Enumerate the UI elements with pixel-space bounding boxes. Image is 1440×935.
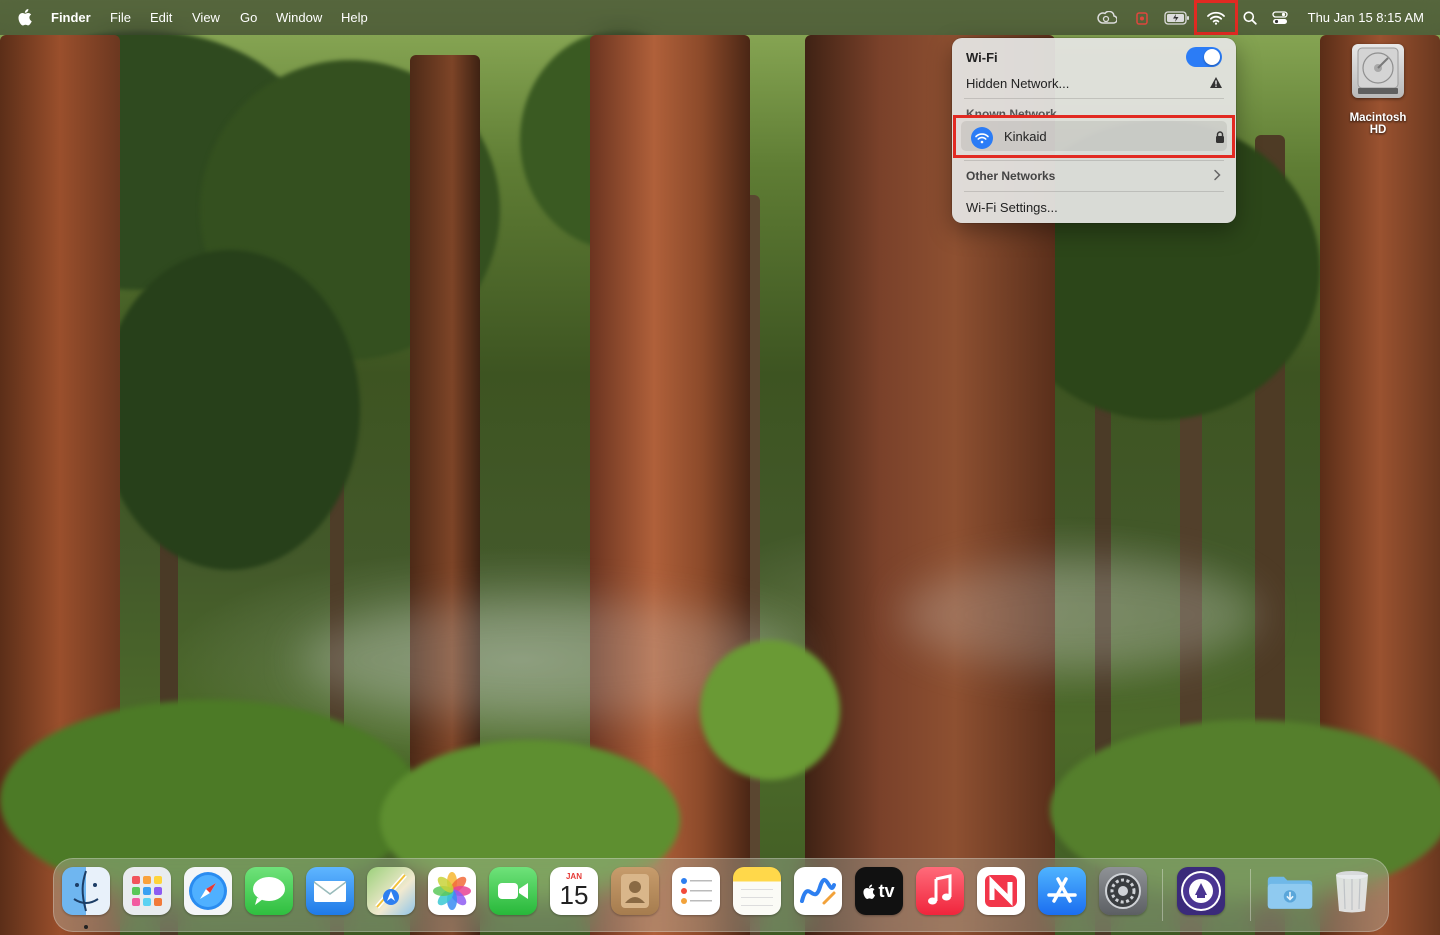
menu-clock[interactable]: Thu Jan 15 8:15 AM [1308, 10, 1424, 25]
tv-icon-label: tv [878, 880, 895, 901]
hidden-network-item[interactable]: Hidden Network... [966, 76, 1069, 91]
wifi-settings-item[interactable]: Wi-Fi Settings... [966, 200, 1058, 215]
tv-icon [863, 884, 876, 899]
control-center-icon[interactable] [1270, 0, 1290, 35]
dock-notes[interactable] [733, 867, 781, 915]
chevron-right-icon[interactable] [1213, 169, 1221, 181]
lock-icon [1216, 131, 1224, 143]
messages-icon [253, 877, 285, 905]
maps-icon [375, 873, 407, 909]
menu-go[interactable]: Go [240, 10, 257, 25]
dock: JAN 15 tv [53, 858, 1389, 932]
menu-app-name[interactable]: Finder [51, 10, 91, 25]
news-icon [985, 875, 1017, 907]
wifi-menu-title: Wi-Fi [966, 50, 998, 65]
dock-reminders[interactable] [672, 867, 720, 915]
app-store-icon [1047, 877, 1077, 903]
dock-app-store[interactable] [1038, 867, 1086, 915]
menu-help[interactable]: Help [341, 10, 368, 25]
hard-drive-icon [1352, 44, 1404, 98]
desktop-drive-macintosh-hd[interactable]: Macintosh HD [1340, 44, 1416, 136]
warning-icon [1210, 77, 1222, 88]
menu-bar: Finder File Edit View Go Window Help Thu… [0, 0, 1440, 35]
menu-view[interactable]: View [192, 10, 220, 25]
wifi-menu: Wi-Fi Hidden Network... Known Network Ki… [952, 38, 1236, 223]
contacts-icon [621, 874, 649, 908]
spotlight-search-icon[interactable] [1240, 0, 1260, 35]
dock-downloads[interactable] [1266, 867, 1314, 915]
network-row-background: Kinkaid [961, 121, 1227, 151]
dock-system-settings[interactable] [1099, 867, 1147, 915]
downloads-folder-icon [1267, 876, 1313, 909]
wifi-network-icon [971, 127, 993, 149]
battery-icon[interactable] [1162, 0, 1192, 35]
dock-separator [1250, 869, 1251, 921]
running-indicator [84, 925, 88, 929]
notes-icon [741, 889, 773, 906]
finder-icon [73, 870, 99, 912]
toggle-knob [1204, 49, 1220, 65]
school-seal-icon [1181, 871, 1221, 911]
wifi-toggle[interactable] [1186, 47, 1222, 67]
dock-maps[interactable] [367, 867, 415, 915]
dock-news[interactable] [977, 867, 1025, 915]
mail-icon [313, 881, 347, 902]
dock-facetime[interactable] [489, 867, 537, 915]
safari-icon [189, 872, 227, 910]
facetime-icon [498, 883, 528, 899]
dock-freeform[interactable] [794, 867, 842, 915]
dock-safari[interactable] [184, 867, 232, 915]
dock-messages[interactable] [245, 867, 293, 915]
calendar-icon-day: 15 [559, 880, 589, 910]
drive-label: Macintosh HD [1349, 112, 1407, 136]
freeform-icon [800, 877, 836, 905]
photos-icon [433, 872, 471, 910]
network-name: Kinkaid [1004, 129, 1047, 144]
dock-contacts[interactable] [611, 867, 659, 915]
creative-cloud-icon[interactable] [1094, 0, 1120, 35]
dock-photos[interactable] [428, 867, 476, 915]
trash-icon [1336, 871, 1368, 913]
apple-menu-icon[interactable] [18, 8, 34, 26]
reminders-icon [681, 878, 712, 904]
dock-finder[interactable] [62, 867, 110, 915]
dock-music[interactable] [916, 867, 964, 915]
dock-mail[interactable] [306, 867, 354, 915]
menu-file[interactable]: File [110, 10, 131, 25]
dock-separator [1162, 869, 1163, 921]
menu-divider [964, 98, 1224, 99]
dock-calendar[interactable]: JAN 15 [550, 867, 598, 915]
dock-self-service[interactable] [1177, 867, 1225, 915]
dock-tv[interactable]: tv [855, 867, 903, 915]
menu-window[interactable]: Window [276, 10, 322, 25]
menu-edit[interactable]: Edit [150, 10, 172, 25]
known-network-kinkaid[interactable]: Kinkaid [953, 115, 1235, 158]
menu-divider [964, 191, 1224, 192]
menu-divider [964, 160, 1224, 161]
music-icon [928, 874, 952, 905]
launchpad-icon [132, 876, 162, 906]
wifi-status-icon[interactable] [1194, 0, 1238, 35]
system-settings-icon [1105, 873, 1141, 909]
dock-launchpad[interactable] [123, 867, 171, 915]
screen-record-icon[interactable] [1131, 0, 1153, 35]
dock-trash[interactable] [1328, 867, 1376, 915]
other-networks-item[interactable]: Other Networks [966, 169, 1055, 183]
